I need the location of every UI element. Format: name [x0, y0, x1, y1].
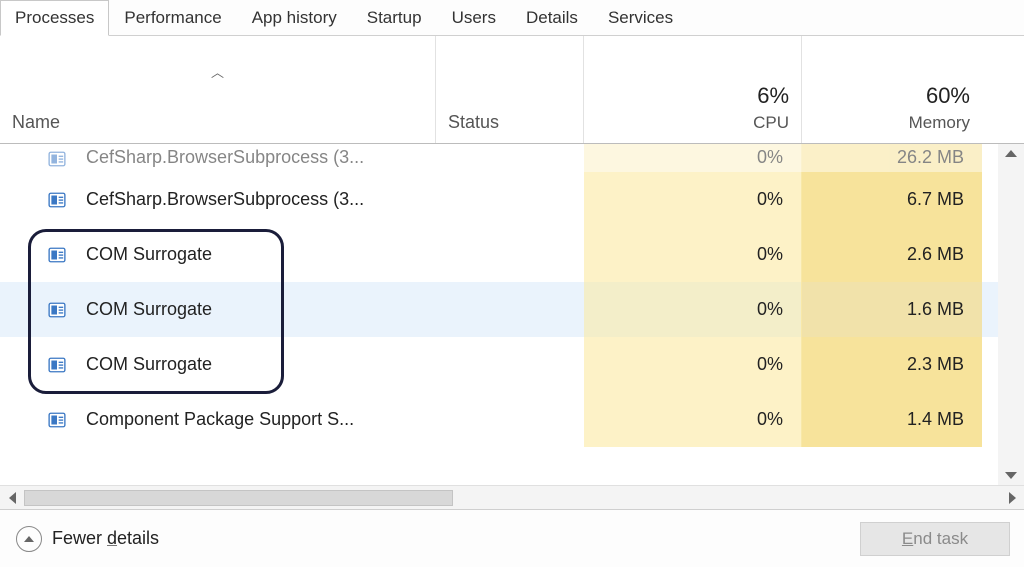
col-header-memory[interactable]: 60% Memory — [802, 36, 982, 143]
process-memory-cell: 26.2 MB — [802, 144, 982, 172]
process-name-label: CefSharp.BrowserSubprocess (3... — [86, 189, 364, 210]
vertical-scrollbar[interactable] — [998, 144, 1024, 485]
tab-startup[interactable]: Startup — [352, 0, 437, 35]
table-row[interactable]: COM Surrogate 0%2.6 MB — [0, 227, 1024, 282]
scroll-up-icon[interactable] — [1005, 150, 1017, 157]
tab-details[interactable]: Details — [511, 0, 593, 35]
process-name-cell: Component Package Support S... — [0, 392, 436, 447]
column-headers: ︿ Name Status 6% CPU 60% Memory — [0, 36, 1024, 144]
table-row[interactable]: CefSharp.BrowserSubprocess (3... 0%26.2 M… — [0, 144, 1024, 172]
process-status-cell — [436, 337, 584, 392]
process-status-cell — [436, 392, 584, 447]
process-name-label: Component Package Support S... — [86, 409, 354, 430]
col-header-memory-label: Memory — [814, 113, 970, 133]
process-name-cell: COM Surrogate — [0, 227, 436, 282]
col-header-cpu-label: CPU — [596, 113, 789, 133]
tab-processes[interactable]: Processes — [0, 0, 109, 36]
process-cpu-cell: 0% — [584, 144, 802, 172]
process-icon — [48, 356, 66, 374]
hscroll-thumb[interactable] — [24, 490, 453, 506]
table-row[interactable]: COM Surrogate 0%1.6 MB — [0, 282, 1024, 337]
process-cpu-cell: 0% — [584, 282, 802, 337]
chevron-up-icon — [16, 526, 42, 552]
process-name-label: CefSharp.BrowserSubprocess (3... — [86, 147, 364, 168]
process-memory-cell: 2.6 MB — [802, 227, 982, 282]
end-task-button[interactable]: End task — [860, 522, 1010, 556]
fewer-details-label: Fewer details — [52, 528, 159, 549]
col-header-name-label: Name — [12, 112, 423, 133]
col-header-cpu[interactable]: 6% CPU — [584, 36, 802, 143]
table-row[interactable]: CefSharp.BrowserSubprocess (3... 0%6.7 MB — [0, 172, 1024, 227]
process-list: CefSharp.BrowserSubprocess (3...0%26.2 M… — [0, 144, 1024, 485]
process-memory-cell: 2.3 MB — [802, 337, 982, 392]
process-name-cell: COM Surrogate — [0, 337, 436, 392]
fewer-details-button[interactable]: Fewer details — [16, 526, 159, 552]
process-cpu-cell: 0% — [584, 337, 802, 392]
memory-usage-percent: 60% — [814, 83, 970, 109]
footer-bar: Fewer details End task — [0, 509, 1024, 567]
end-task-label: End task — [902, 529, 968, 549]
process-icon — [48, 191, 66, 209]
cpu-usage-percent: 6% — [596, 83, 789, 109]
tab-users[interactable]: Users — [437, 0, 511, 35]
process-icon — [48, 411, 66, 429]
process-cpu-cell: 0% — [584, 172, 802, 227]
col-header-status-label: Status — [448, 112, 571, 133]
process-name-label: COM Surrogate — [86, 299, 212, 320]
scroll-left-icon[interactable] — [0, 486, 24, 510]
tab-app-history[interactable]: App history — [237, 0, 352, 35]
table-row[interactable]: COM Surrogate 0%2.3 MB — [0, 337, 1024, 392]
col-header-status[interactable]: Status — [436, 36, 584, 143]
table-row[interactable]: Component Package Support S... 0%1.4 MB — [0, 392, 1024, 447]
process-status-cell — [436, 144, 584, 172]
process-cpu-cell: 0% — [584, 227, 802, 282]
tabs-bar: Processes Performance App history Startu… — [0, 0, 1024, 36]
process-name-cell: COM Surrogate — [0, 282, 436, 337]
process-name-label: COM Surrogate — [86, 244, 212, 265]
col-header-name[interactable]: ︿ Name — [0, 36, 436, 143]
tab-performance[interactable]: Performance — [109, 0, 236, 35]
process-memory-cell: 6.7 MB — [802, 172, 982, 227]
process-memory-cell: 1.6 MB — [802, 282, 982, 337]
process-status-cell — [436, 227, 584, 282]
process-icon — [48, 150, 66, 168]
sort-indicator-icon: ︿ — [211, 62, 224, 81]
process-name-label: COM Surrogate — [86, 354, 212, 375]
tab-services[interactable]: Services — [593, 0, 688, 35]
hscroll-track[interactable] — [24, 488, 1000, 508]
scroll-right-icon[interactable] — [1000, 486, 1024, 510]
process-icon — [48, 246, 66, 264]
process-memory-cell: 1.4 MB — [802, 392, 982, 447]
process-cpu-cell: 0% — [584, 392, 802, 447]
process-icon — [48, 301, 66, 319]
process-status-cell — [436, 172, 584, 227]
horizontal-scrollbar[interactable] — [0, 485, 1024, 509]
scroll-down-icon[interactable] — [1005, 472, 1017, 479]
process-status-cell — [436, 282, 584, 337]
process-name-cell: CefSharp.BrowserSubprocess (3... — [0, 172, 436, 227]
process-name-cell: CefSharp.BrowserSubprocess (3... — [0, 144, 436, 172]
